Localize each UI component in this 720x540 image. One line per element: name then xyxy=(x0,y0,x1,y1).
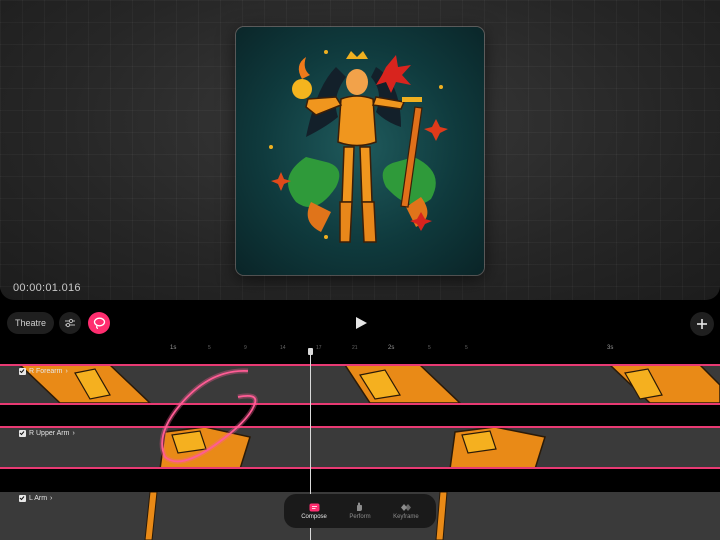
chevron-right-icon: › xyxy=(65,368,68,375)
illustration-of-armored-warrior-woman xyxy=(269,50,448,243)
timecode: 00:00:01.016 xyxy=(13,282,81,294)
track-r-forearm[interactable]: R Forearm › xyxy=(0,365,720,403)
ruler-tick: 5 xyxy=(465,345,468,351)
ruler-tick: 5 xyxy=(428,345,431,351)
mode-switcher: Compose Perform Keyframe xyxy=(284,494,436,528)
plus-icon xyxy=(697,319,707,329)
track-name: L Arm xyxy=(29,495,48,502)
track-label[interactable]: L Arm › xyxy=(19,495,52,502)
mode-label: Perform xyxy=(349,514,371,520)
ruler-tick: 9 xyxy=(244,345,247,351)
lasso-selection-stroke xyxy=(159,368,258,464)
checkmark-icon xyxy=(19,496,25,501)
playhead-handle[interactable] xyxy=(308,348,313,355)
add-button[interactable] xyxy=(690,312,714,336)
play-button[interactable] xyxy=(351,313,371,333)
artwork-canvas[interactable] xyxy=(236,27,484,275)
motion-path-line xyxy=(0,403,720,405)
track-label[interactable]: R Forearm › xyxy=(19,368,68,375)
compose-icon xyxy=(308,502,320,512)
mode-compose[interactable]: Compose xyxy=(301,502,327,520)
mode-label: Keyframe xyxy=(393,514,419,520)
checkmark-icon xyxy=(19,431,25,436)
tool-settings-button[interactable] xyxy=(59,312,81,334)
ruler-tick: 2s xyxy=(388,345,395,351)
ruler-tick: 21 xyxy=(352,345,358,351)
keyframe-icon xyxy=(400,502,412,512)
motion-path-line xyxy=(0,364,720,366)
chevron-right-icon: › xyxy=(72,430,75,437)
sliders-icon xyxy=(65,318,75,328)
lasso-button[interactable] xyxy=(88,312,110,334)
track-checkbox[interactable] xyxy=(19,368,26,375)
chevron-right-icon: › xyxy=(50,495,53,502)
hand-icon xyxy=(354,502,366,512)
ruler-tick: 5 xyxy=(208,345,211,351)
ruler-tick: 17 xyxy=(316,345,322,351)
lasso-icon xyxy=(93,317,105,329)
time-ruler[interactable]: 1s 5 9 14 17 21 2s 5 5 3s xyxy=(0,341,720,355)
mode-keyframe[interactable]: Keyframe xyxy=(393,502,419,520)
track-label[interactable]: R Upper Arm › xyxy=(19,430,75,437)
motion-path-line xyxy=(0,467,720,469)
play-icon xyxy=(356,317,367,329)
track-checkbox[interactable] xyxy=(19,495,26,502)
ruler-tick: 1s xyxy=(170,345,177,351)
ruler-tick: 3s xyxy=(607,345,614,351)
timeline-toolbar: Theatre xyxy=(0,303,720,341)
canvas-stage[interactable]: 00:00:01.016 xyxy=(0,0,720,300)
mode-label: Compose xyxy=(301,514,327,520)
theatre-button[interactable]: Theatre xyxy=(7,312,55,334)
track-name: R Forearm xyxy=(29,368,63,375)
track-thumbnails xyxy=(18,365,720,403)
checkmark-icon xyxy=(19,369,25,374)
mode-perform[interactable]: Perform xyxy=(349,502,371,520)
track-thumbnails xyxy=(159,427,546,469)
track-name: R Upper Arm xyxy=(29,430,70,437)
track-r-upper-arm[interactable]: R Upper Arm › xyxy=(0,427,720,469)
track-checkbox[interactable] xyxy=(19,430,26,437)
ruler-tick: 14 xyxy=(280,345,286,351)
motion-path-line xyxy=(0,426,720,428)
